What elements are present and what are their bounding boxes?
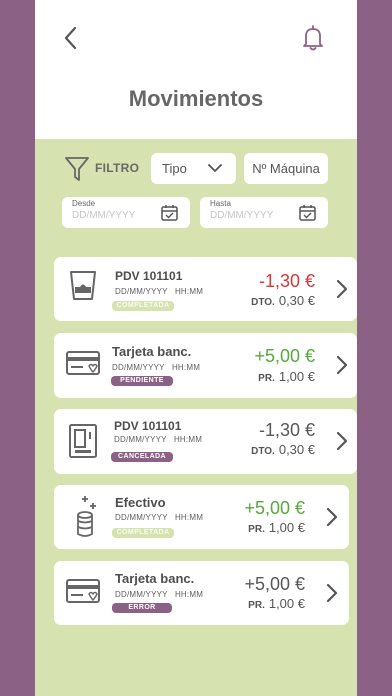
vending-machine-icon (69, 424, 97, 458)
movement-amount: -1,30 € (258, 420, 315, 440)
tipo-dropdown[interactable]: Tipo (151, 153, 236, 184)
chevron-right-icon[interactable] (325, 506, 339, 528)
chevron-right-icon[interactable] (325, 582, 339, 604)
hasta-label: Hasta (210, 199, 231, 208)
movement-price: PR. 1,00 € (258, 369, 315, 384)
movement-card[interactable]: PDV 101101 DD/MM/YYYY HH:MM COMPLETADA -… (54, 257, 357, 321)
coins-icon (77, 496, 96, 537)
status-badge: COMPLETADA (112, 301, 174, 311)
movement-card[interactable]: Efectivo DD/MM/YYYY HH:MM COMPLETADA +5,… (54, 485, 349, 549)
movement-name: PDV 101101 (114, 419, 182, 433)
movement-name: Efectivo (115, 495, 166, 510)
movement-datetime: DD/MM/YYYY HH:MM (112, 363, 201, 372)
desde-placeholder: DD/MM/YYYY (72, 210, 136, 221)
app-screen: Movimientos FILTRO Tipo Nº Máquina Desde… (35, 0, 357, 696)
chevron-right-icon[interactable] (335, 278, 349, 300)
movement-amount: +5,00 € (254, 346, 315, 366)
movement-datetime: DD/MM/YYYY HH:MM (115, 287, 204, 296)
calendar-icon[interactable] (299, 204, 316, 221)
movement-discount: DTO. 0,30 € (251, 442, 315, 457)
page-title: Movimientos (128, 86, 264, 111)
movement-datetime: DD/MM/YYYY HH:MM (115, 590, 204, 599)
movement-amount: +5,00 € (244, 574, 305, 594)
filter-icon[interactable] (63, 154, 91, 184)
desde-date-field[interactable]: Desde DD/MM/YYYY (62, 197, 190, 228)
movement-discount: DTO. 0,30 € (251, 293, 315, 308)
movement-card[interactable]: Tarjeta banc. DD/MM/YYYY HH:MM PENDIENTE… (54, 333, 357, 398)
status-badge: COMPLETADA (112, 528, 174, 538)
maquina-label: Nº Máquina (252, 161, 320, 176)
bell-icon[interactable] (301, 24, 325, 52)
tipo-label: Tipo (162, 161, 187, 176)
status-badge: ERROR (112, 603, 172, 613)
movement-amount: -1,30 € (258, 271, 315, 291)
movement-datetime: DD/MM/YYYY HH:MM (115, 513, 204, 522)
movement-datetime: DD/MM/YYYY HH:MM (114, 435, 203, 444)
chevron-right-icon[interactable] (335, 354, 349, 376)
calendar-icon[interactable] (161, 204, 178, 221)
movement-card[interactable]: PDV 101101 DD/MM/YYYY HH:MM CANCELADA -1… (54, 409, 357, 474)
desde-label: Desde (72, 199, 96, 208)
maquina-filter-button[interactable]: Nº Máquina (244, 153, 328, 184)
bank-card-icon (66, 579, 100, 603)
cup-icon (70, 271, 96, 300)
status-badge: CANCELADA (111, 452, 173, 462)
movement-amount: +5,00 € (244, 498, 305, 518)
movement-name: Tarjeta banc. (112, 344, 192, 359)
movement-card[interactable]: Tarjeta banc. DD/MM/YYYY HH:MM ERROR +5,… (54, 561, 349, 625)
chevron-down-icon (208, 164, 222, 172)
back-arrow-icon[interactable] (61, 24, 81, 52)
movement-name: Tarjeta banc. (115, 571, 195, 586)
status-badge: PENDIENTE (111, 376, 173, 386)
hasta-placeholder: DD/MM/YYYY (210, 210, 274, 221)
movement-price: PR. 1,00 € (248, 520, 305, 535)
filter-label[interactable]: FILTRO (95, 161, 139, 175)
movement-price: PR. 1,00 € (248, 596, 305, 611)
header: Movimientos (35, 0, 357, 139)
movement-name: PDV 101101 (115, 269, 183, 283)
chevron-right-icon[interactable] (335, 430, 349, 452)
bank-card-icon (66, 351, 100, 375)
hasta-date-field[interactable]: Hasta DD/MM/YYYY (200, 197, 328, 228)
